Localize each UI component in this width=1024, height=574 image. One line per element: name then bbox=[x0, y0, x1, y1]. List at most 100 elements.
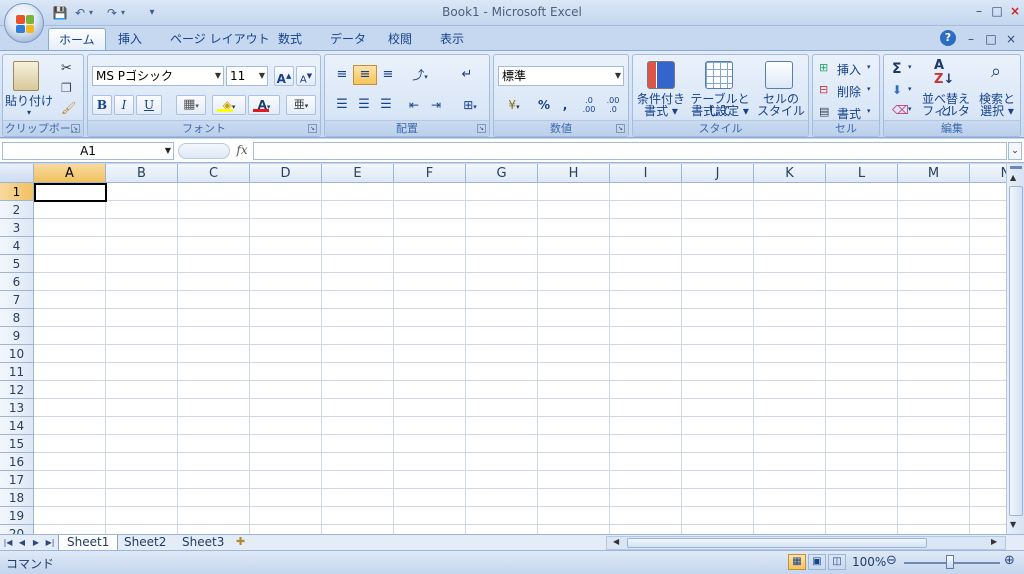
delete-cells-button[interactable]: 削除 bbox=[837, 83, 861, 100]
number-launcher-icon[interactable]: ↘ bbox=[616, 124, 625, 133]
orientation-icon[interactable]: ⤴▾ bbox=[405, 65, 435, 85]
undo-dropdown-icon[interactable]: ▾ bbox=[86, 5, 96, 21]
bold-button[interactable]: B bbox=[92, 95, 112, 115]
row-header-12[interactable]: 12 bbox=[0, 381, 34, 399]
grow-font-button[interactable]: A▲ bbox=[274, 66, 294, 86]
workbook-restore-button[interactable]: □ bbox=[982, 31, 1000, 47]
format-painter-icon[interactable]: 🖌 bbox=[61, 101, 76, 115]
tab-page-layout[interactable]: ページ レイアウト bbox=[160, 28, 280, 50]
align-right-icon[interactable]: ☰ bbox=[375, 95, 397, 115]
fill-icon[interactable]: ⬇ bbox=[892, 83, 902, 97]
scroll-left-icon[interactable]: ◀ bbox=[613, 537, 619, 546]
format-cells-icon[interactable]: ▤ bbox=[819, 105, 829, 118]
horizontal-scroll-thumb[interactable] bbox=[627, 538, 927, 548]
row-header-3[interactable]: 3 bbox=[0, 219, 34, 237]
format-dropdown-icon[interactable]: ▾ bbox=[867, 107, 871, 115]
row-header-11[interactable]: 11 bbox=[0, 363, 34, 381]
tab-formulas[interactable]: 数式 bbox=[268, 28, 312, 50]
column-header-c[interactable]: C bbox=[178, 164, 250, 183]
tab-view[interactable]: 表示 bbox=[430, 28, 474, 50]
help-icon[interactable]: ? bbox=[940, 30, 956, 46]
name-box[interactable]: A1 ▼ bbox=[2, 142, 174, 160]
row-header-6[interactable]: 6 bbox=[0, 273, 34, 291]
row-header-9[interactable]: 9 bbox=[0, 327, 34, 345]
increase-indent-icon[interactable]: ⇥ bbox=[425, 95, 447, 115]
column-header-g[interactable]: G bbox=[466, 164, 538, 183]
cell-styles-icon[interactable] bbox=[765, 61, 793, 89]
clear-dropdown-icon[interactable]: ▾ bbox=[908, 105, 912, 113]
tab-data[interactable]: データ bbox=[320, 28, 376, 50]
column-header-k[interactable]: K bbox=[754, 164, 826, 183]
row-header-15[interactable]: 15 bbox=[0, 435, 34, 453]
align-center-icon[interactable]: ☰ bbox=[353, 95, 375, 115]
align-bottom-icon[interactable]: ≡ bbox=[377, 65, 399, 85]
column-header-d[interactable]: D bbox=[250, 164, 322, 183]
close-button[interactable]: × bbox=[1006, 3, 1024, 19]
row-header-10[interactable]: 10 bbox=[0, 345, 34, 363]
font-size-combo[interactable]: 11 ▼ bbox=[226, 66, 268, 86]
row-header-14[interactable]: 14 bbox=[0, 417, 34, 435]
paste-dropdown-icon[interactable]: ▾ bbox=[27, 108, 31, 117]
insert-function-button[interactable]: fx bbox=[232, 142, 252, 160]
column-header-i[interactable]: I bbox=[610, 164, 682, 183]
column-header-h[interactable]: H bbox=[538, 164, 610, 183]
select-all-button[interactable] bbox=[0, 164, 34, 183]
currency-icon[interactable]: ¥▾ bbox=[498, 95, 530, 115]
alignment-launcher-icon[interactable]: ↘ bbox=[477, 124, 486, 133]
column-header-m[interactable]: M bbox=[898, 164, 970, 183]
font-color-button[interactable]: A▾ bbox=[248, 95, 280, 115]
find-select-icon[interactable]: ⌕ bbox=[982, 61, 1010, 87]
fill-dropdown-icon[interactable]: ▾ bbox=[908, 85, 912, 93]
scroll-up-icon[interactable]: ▲ bbox=[1010, 173, 1016, 182]
column-header-j[interactable]: J bbox=[682, 164, 754, 183]
zoom-slider-thumb[interactable] bbox=[946, 555, 954, 569]
sheet-tab-sheet2[interactable]: Sheet2 bbox=[116, 535, 174, 551]
increase-decimal-button[interactable]: .0 .00 bbox=[578, 95, 600, 115]
borders-button[interactable]: ▦▾ bbox=[176, 95, 206, 115]
scroll-right-icon[interactable]: ▶ bbox=[991, 537, 997, 546]
decrease-indent-icon[interactable]: ⇤ bbox=[403, 95, 425, 115]
office-button[interactable] bbox=[4, 3, 44, 43]
row-header-16[interactable]: 16 bbox=[0, 453, 34, 471]
formula-bar-resize-handle[interactable] bbox=[178, 143, 230, 159]
column-header-e[interactable]: E bbox=[322, 164, 394, 183]
delete-dropdown-icon[interactable]: ▾ bbox=[867, 85, 871, 93]
workbook-close-button[interactable]: × bbox=[1002, 31, 1020, 47]
insert-cells-icon[interactable]: ⊞ bbox=[819, 61, 828, 74]
row-header-5[interactable]: 5 bbox=[0, 255, 34, 273]
find-select-label-2[interactable]: 選択 ▾ bbox=[974, 105, 1020, 117]
decrease-decimal-button[interactable]: .00 .0 bbox=[602, 95, 624, 115]
number-format-combo[interactable]: 標準 ▼ bbox=[498, 66, 624, 86]
row-header-20[interactable]: 20 bbox=[0, 525, 34, 534]
normal-view-icon[interactable]: ▦ bbox=[788, 554, 806, 570]
align-left-icon[interactable]: ☰ bbox=[331, 95, 353, 115]
underline-button[interactable]: U bbox=[136, 95, 162, 115]
zoom-level[interactable]: 100% bbox=[852, 555, 886, 569]
row-header-4[interactable]: 4 bbox=[0, 237, 34, 255]
clipboard-launcher-icon[interactable]: ↘ bbox=[71, 124, 80, 133]
row-header-8[interactable]: 8 bbox=[0, 309, 34, 327]
column-header-n[interactable]: N bbox=[970, 164, 1006, 183]
font-name-combo[interactable]: MS Pゴシック ▼ bbox=[92, 66, 224, 86]
horizontal-scrollbar[interactable]: ◀ ▶ bbox=[606, 536, 1006, 550]
column-header-f[interactable]: F bbox=[394, 164, 466, 183]
scroll-down-icon[interactable]: ▼ bbox=[1010, 520, 1016, 529]
format-as-table-icon[interactable] bbox=[705, 61, 733, 89]
column-header-a[interactable]: A bbox=[34, 164, 106, 183]
page-break-view-icon[interactable]: ◫ bbox=[828, 554, 846, 570]
italic-button[interactable]: I bbox=[114, 95, 134, 115]
expand-formula-bar-icon[interactable]: ⌄ bbox=[1008, 142, 1022, 160]
tab-insert[interactable]: 挿入 bbox=[108, 28, 152, 50]
align-top-icon[interactable]: ≡ bbox=[331, 65, 353, 85]
workbook-minimize-button[interactable]: – bbox=[962, 31, 980, 47]
paste-icon[interactable] bbox=[13, 61, 39, 91]
maximize-button[interactable]: □ bbox=[988, 3, 1006, 19]
row-header-7[interactable]: 7 bbox=[0, 291, 34, 309]
cell-area[interactable] bbox=[34, 183, 1006, 534]
vertical-scrollbar[interactable]: ▲ ▼ bbox=[1006, 164, 1024, 534]
cut-icon[interactable]: ✂ bbox=[61, 61, 72, 76]
align-middle-icon[interactable]: ≡ bbox=[353, 65, 377, 85]
conditional-format-label-2[interactable]: 書式 ▾ bbox=[633, 105, 689, 117]
formula-input[interactable] bbox=[253, 142, 1007, 160]
row-header-13[interactable]: 13 bbox=[0, 399, 34, 417]
